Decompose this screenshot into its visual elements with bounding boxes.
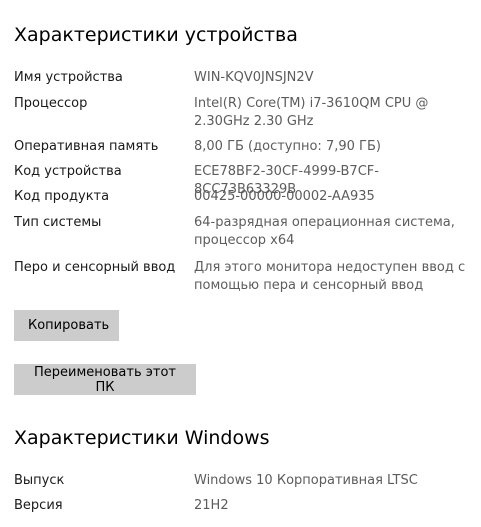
processor-label: Процессор	[14, 96, 88, 111]
version-value: 21H2	[194, 498, 229, 513]
ram-label: Оперативная память	[14, 139, 159, 154]
ram-value: 8,00 ГБ (доступно: 7,90 ГБ)	[194, 139, 381, 154]
device-name-value: WIN-KQV0JNSJN2V	[194, 70, 314, 85]
device-specs-title: Характеристики устройства	[14, 24, 298, 46]
product-id-label: Код продукта	[14, 189, 110, 204]
windows-specs-title: Характеристики Windows	[14, 427, 270, 449]
system-type-label: Тип системы	[14, 215, 102, 230]
device-name-label: Имя устройства	[14, 70, 123, 85]
version-label: Версия	[14, 498, 63, 513]
pen-touch-value: Для этого монитора недоступен ввод с пом…	[194, 260, 466, 293]
about-settings-page: Характеристики устройства Имя устройства…	[0, 0, 481, 527]
product-id-value: 00425-00000-00002-AA935	[194, 189, 375, 204]
pen-touch-label: Перо и сенсорный ввод	[14, 260, 176, 275]
edition-value: Windows 10 Корпоративная LTSC	[194, 473, 418, 488]
processor-value: Intel(R) Core(TM) i7-3610QM CPU @ 2.30GH…	[194, 96, 429, 129]
copy-button[interactable]: Копировать	[14, 310, 119, 341]
edition-label: Выпуск	[14, 473, 65, 488]
system-type-value: 64-разрядная операционная система, проце…	[194, 215, 455, 248]
device-id-label: Код устройства	[14, 164, 122, 179]
rename-pc-button[interactable]: Переименовать этот ПК	[14, 364, 196, 395]
